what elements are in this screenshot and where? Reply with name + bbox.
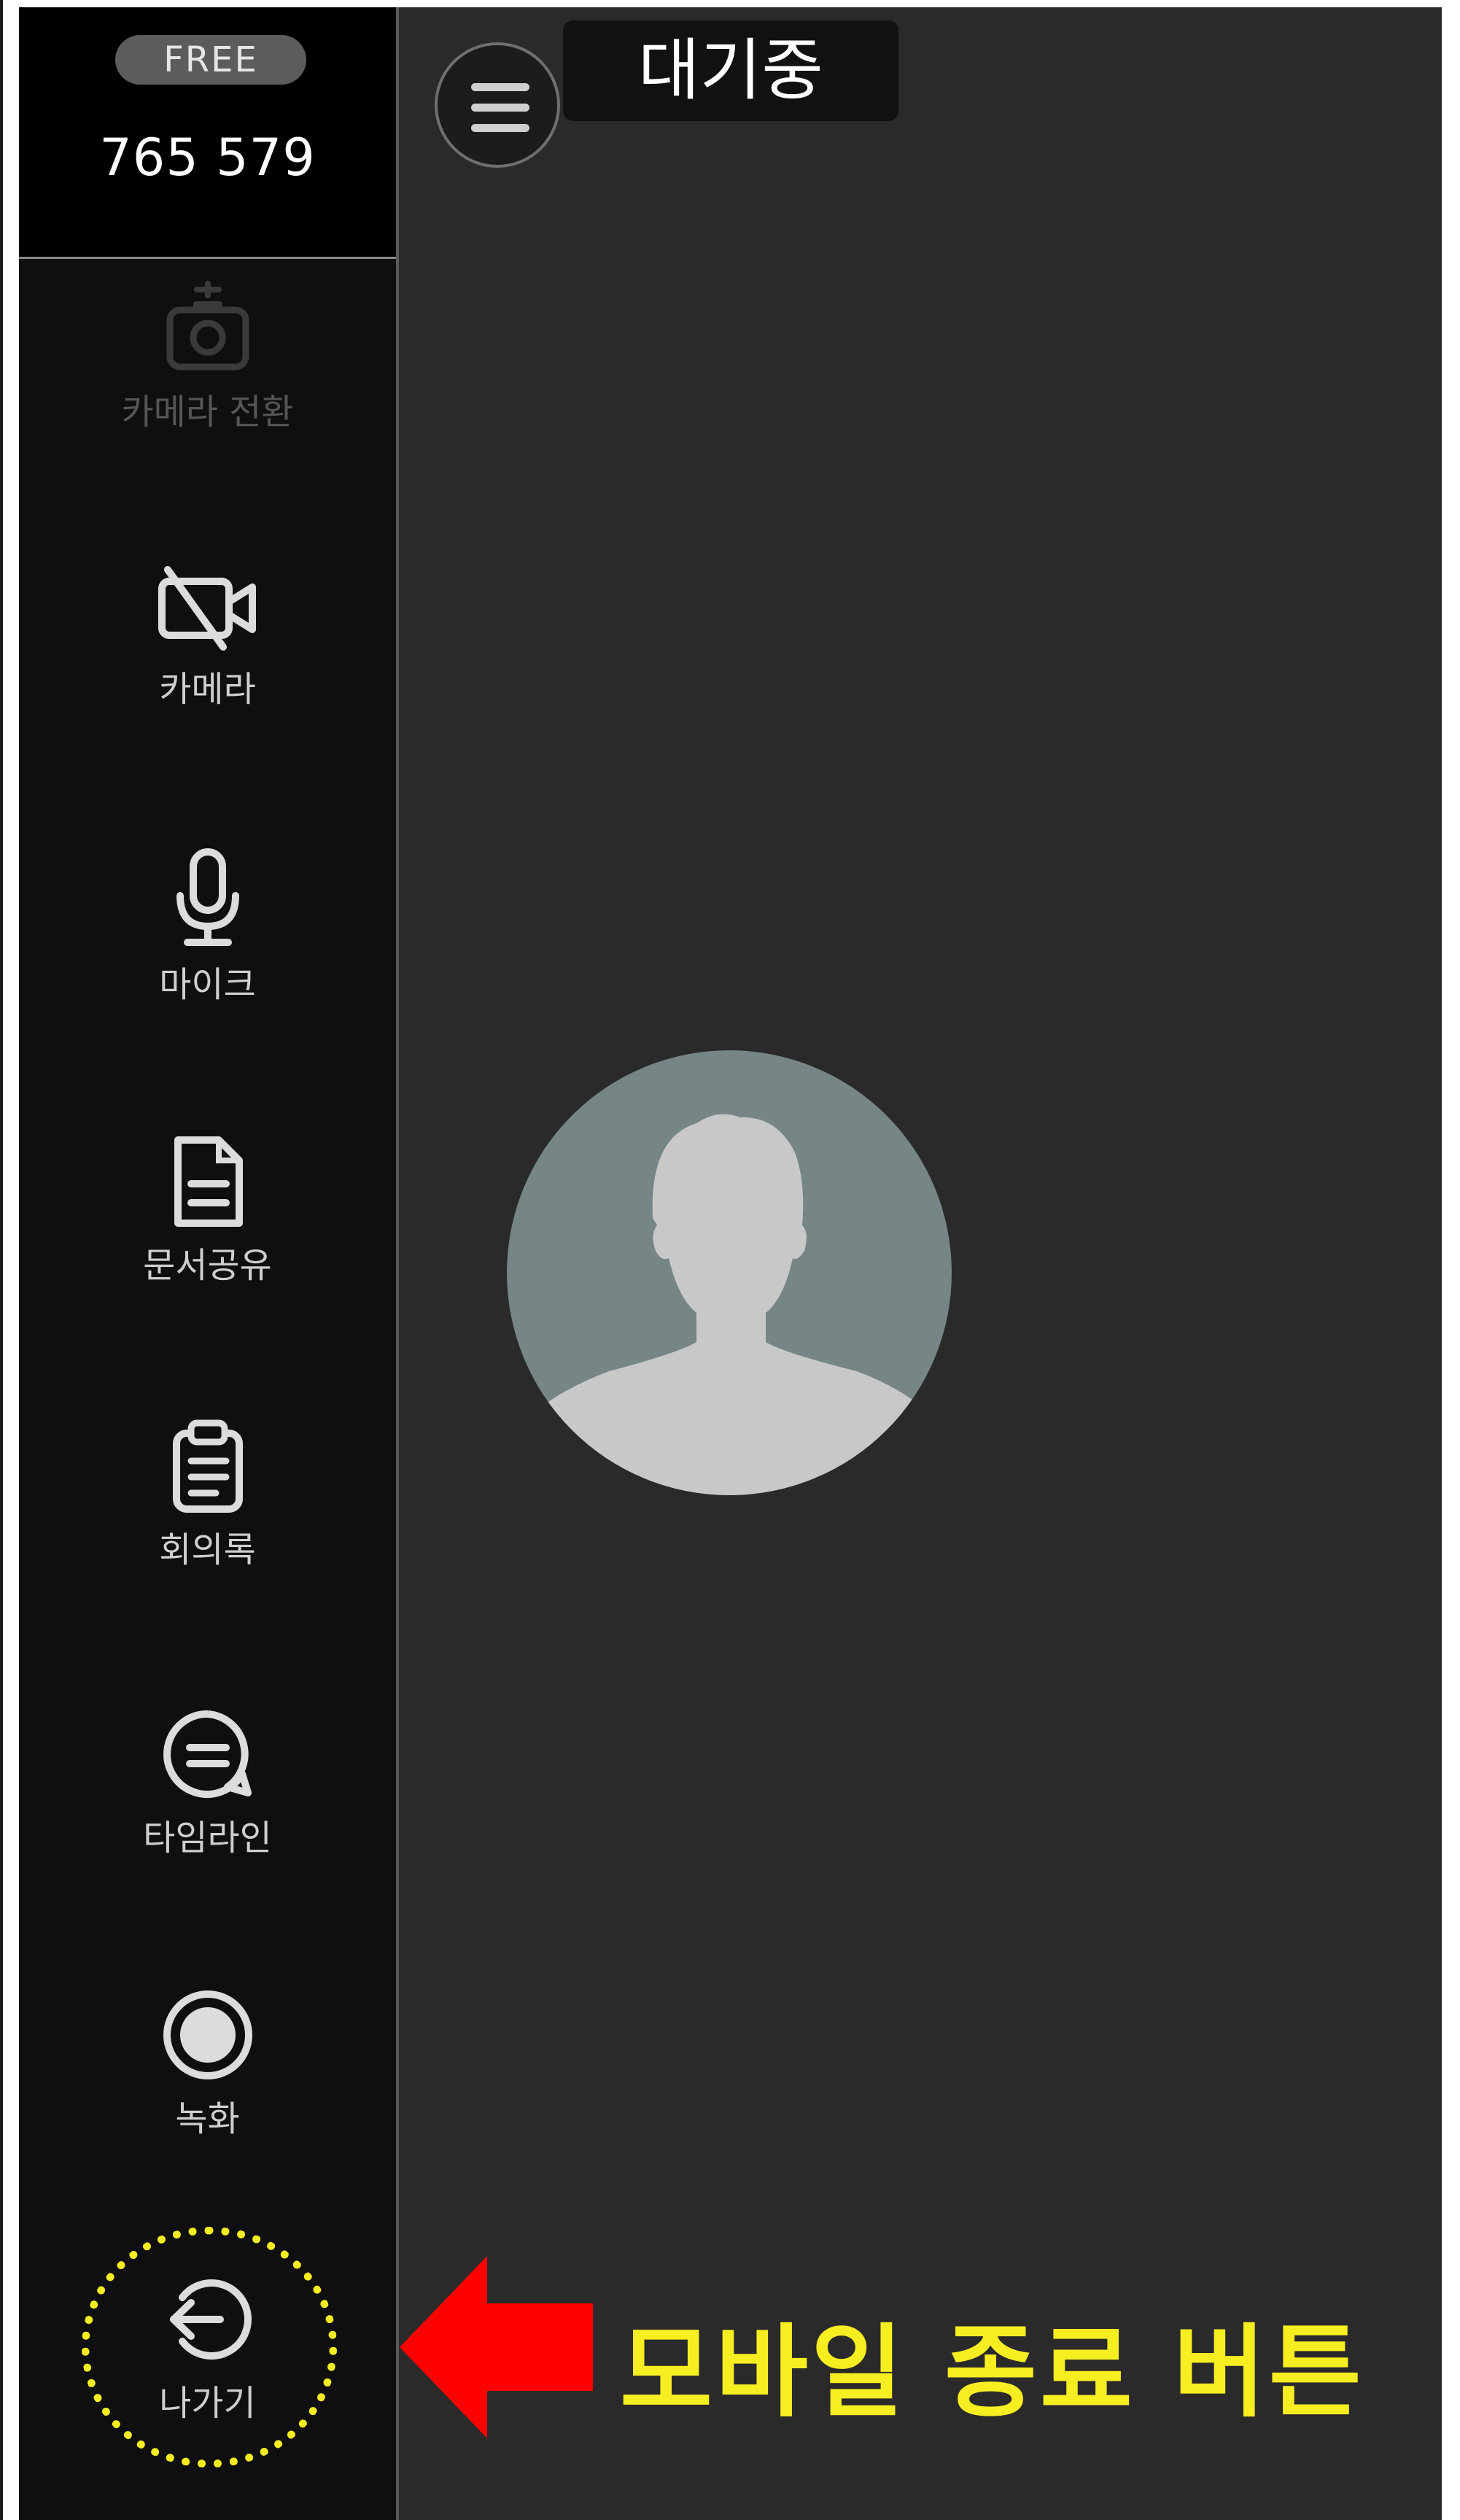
frame-edge	[0, 0, 3, 2520]
camera-switch-icon	[166, 281, 249, 371]
tool-label: 카메라	[159, 669, 256, 710]
tool-label: 문서공유	[143, 1245, 272, 1286]
tool-document-share[interactable]: 문서공유	[19, 1134, 396, 1287]
tool-label: 회의록	[159, 1530, 256, 1570]
tool-timeline[interactable]: 타임라인	[19, 1707, 396, 1860]
user-silhouette-icon	[507, 1050, 952, 1495]
clipboard-icon	[172, 1419, 243, 1513]
document-icon	[174, 1136, 243, 1227]
callout-text: 모바일 종료 버튼	[620, 2314, 1364, 2431]
status-badge: 대기중	[563, 20, 898, 121]
arrow-left-icon	[400, 2256, 593, 2438]
tool-label: 카메라 전환	[121, 392, 294, 433]
record-icon	[163, 1990, 252, 2079]
tool-label: 녹화	[175, 2098, 240, 2139]
tool-minutes[interactable]: 회의록	[19, 1419, 396, 1572]
tool-camera[interactable]: 카메라	[19, 565, 396, 711]
menu-button[interactable]	[435, 42, 560, 168]
plan-badge: FREE	[115, 35, 306, 85]
tool-label: 타임라인	[143, 1818, 272, 1858]
chat-bubble-icon	[163, 1710, 252, 1798]
microphone-icon	[176, 848, 239, 946]
tool-camera-switch[interactable]: 카메라 전환	[19, 281, 396, 434]
tool-record[interactable]: 녹화	[19, 1988, 396, 2141]
tool-label: 마이크	[159, 964, 256, 1005]
camera-off-icon	[158, 566, 256, 651]
exit-highlight-ring	[82, 2227, 337, 2467]
sidebar-header: FREE 765 579	[19, 7, 396, 259]
meeting-id: 765 579	[99, 128, 316, 187]
tool-microphone[interactable]: 마이크	[19, 846, 396, 1007]
